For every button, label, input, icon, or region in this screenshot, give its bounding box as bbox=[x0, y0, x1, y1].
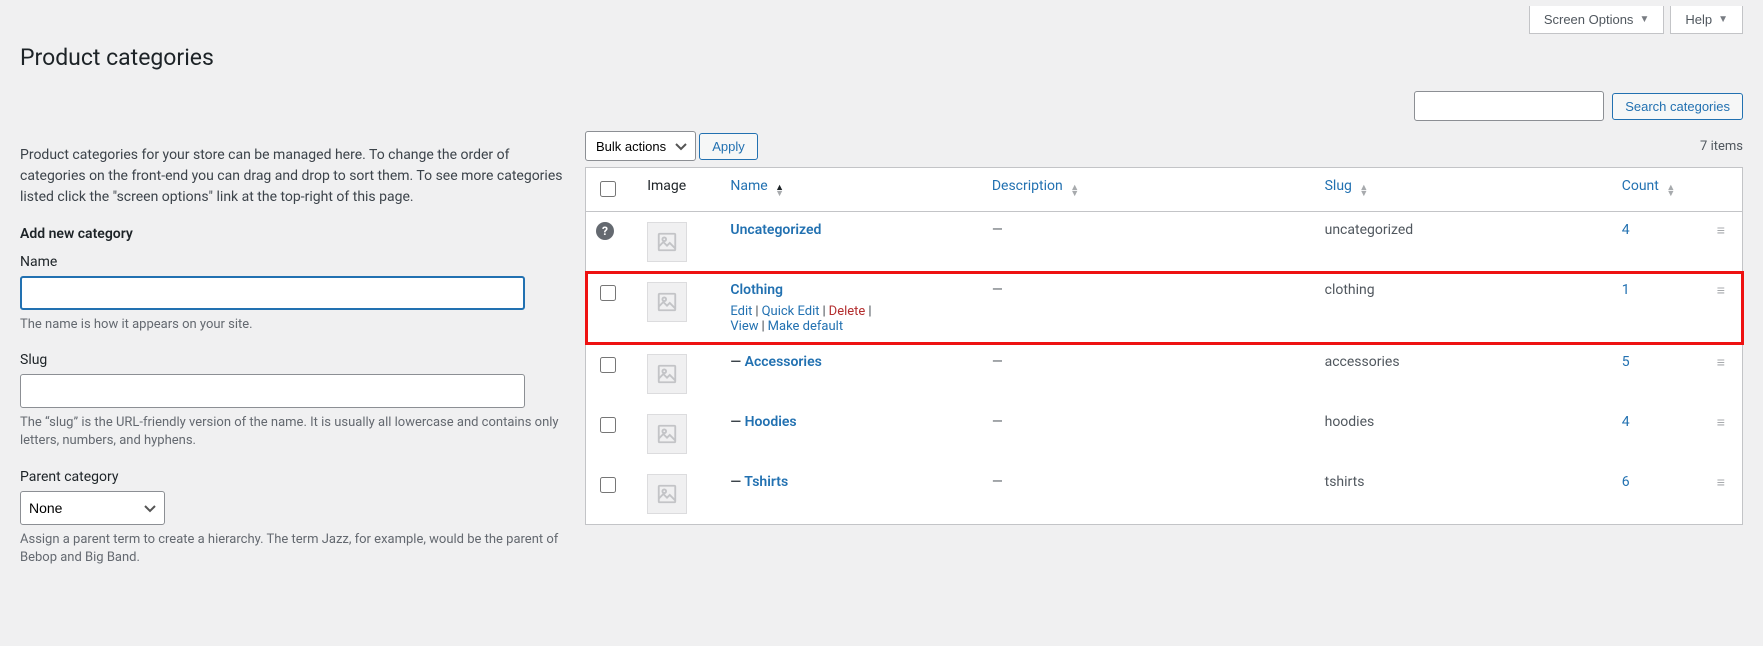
table-row: ? Uncategorized —uncategorized 4 ≡ bbox=[586, 212, 1743, 273]
parent-category-select[interactable]: None bbox=[20, 491, 165, 525]
page-title: Product categories bbox=[20, 44, 1743, 71]
name-field-label: Name bbox=[20, 254, 565, 270]
drag-handle-icon[interactable]: ≡ bbox=[1717, 415, 1723, 431]
category-slug: accessories bbox=[1315, 344, 1612, 404]
sort-icon: ▲▼ bbox=[1359, 185, 1368, 197]
category-description: — bbox=[982, 344, 1315, 404]
drag-handle-icon[interactable]: ≡ bbox=[1717, 475, 1723, 491]
category-count-link[interactable]: 4 bbox=[1622, 414, 1630, 430]
help-button[interactable]: Help ▼ bbox=[1670, 6, 1743, 34]
placeholder-image-icon bbox=[647, 474, 687, 514]
category-name-link[interactable]: Accessories bbox=[745, 354, 822, 370]
search-input[interactable] bbox=[1414, 91, 1604, 121]
parent-category-label: Parent category bbox=[20, 469, 565, 485]
screen-options-button[interactable]: Screen Options ▼ bbox=[1529, 6, 1665, 34]
column-description[interactable]: Description ▲▼ bbox=[982, 168, 1315, 212]
category-name-link[interactable]: Hoodies bbox=[745, 414, 797, 430]
name-field-hint: The name is how it appears on your site. bbox=[20, 316, 565, 334]
category-description: — bbox=[982, 212, 1315, 273]
default-category-icon: ? bbox=[596, 222, 614, 240]
table-row: — Hoodies—hoodies4≡ bbox=[586, 404, 1743, 464]
intro-text: Product categories for your store can be… bbox=[20, 145, 565, 208]
row-checkbox[interactable] bbox=[600, 357, 616, 373]
make-default-link[interactable]: Make default bbox=[768, 319, 843, 334]
placeholder-image-icon bbox=[647, 282, 687, 322]
column-image: Image bbox=[637, 168, 720, 212]
category-name-link[interactable]: Tshirts bbox=[744, 474, 788, 490]
row-actions: Edit|Quick Edit|Delete|View|Make default bbox=[730, 304, 971, 334]
edit-link[interactable]: Edit bbox=[730, 304, 752, 319]
drag-handle-icon[interactable]: ≡ bbox=[1717, 355, 1723, 371]
category-slug: uncategorized bbox=[1315, 212, 1612, 273]
sort-icon: ▲▼ bbox=[1666, 185, 1675, 197]
screen-options-label: Screen Options bbox=[1544, 12, 1634, 27]
row-checkbox[interactable] bbox=[600, 417, 616, 433]
categories-table: Image Name ▲▼ Description ▲▼ Slug ▲▼ bbox=[585, 167, 1743, 525]
row-checkbox[interactable] bbox=[600, 285, 616, 301]
column-slug[interactable]: Slug ▲▼ bbox=[1315, 168, 1612, 212]
table-row: — Tshirts—tshirts6≡ bbox=[586, 464, 1743, 525]
placeholder-image-icon bbox=[647, 414, 687, 454]
category-slug: hoodies bbox=[1315, 404, 1612, 464]
help-label: Help bbox=[1685, 12, 1712, 27]
add-category-heading: Add new category bbox=[20, 226, 565, 242]
category-description: — bbox=[982, 404, 1315, 464]
category-slug: tshirts bbox=[1315, 464, 1612, 525]
hierarchy-prefix: — bbox=[730, 414, 744, 430]
category-count-link[interactable]: 6 bbox=[1622, 474, 1630, 490]
view-link[interactable]: View bbox=[730, 319, 758, 334]
category-slug: clothing bbox=[1315, 272, 1612, 344]
table-row: Clothing Edit|Quick Edit|Delete|View|Make… bbox=[586, 272, 1743, 344]
drag-handle-icon[interactable]: ≡ bbox=[1717, 283, 1723, 299]
items-count: 7 items bbox=[1700, 139, 1743, 154]
table-row: — Accessories—accessories5≡ bbox=[586, 344, 1743, 404]
select-all-checkbox[interactable] bbox=[600, 181, 616, 197]
category-name-link[interactable]: Uncategorized bbox=[730, 222, 821, 238]
slug-field[interactable] bbox=[20, 374, 525, 408]
name-field[interactable] bbox=[20, 276, 525, 310]
chevron-down-icon: ▼ bbox=[1639, 14, 1649, 25]
column-count[interactable]: Count ▲▼ bbox=[1612, 168, 1707, 212]
drag-handle-icon[interactable]: ≡ bbox=[1717, 223, 1723, 239]
parent-category-hint: Assign a parent term to create a hierarc… bbox=[20, 531, 565, 567]
column-name[interactable]: Name ▲▼ bbox=[720, 168, 981, 212]
search-categories-button[interactable]: Search categories bbox=[1612, 93, 1743, 120]
apply-bulk-button[interactable]: Apply bbox=[699, 133, 758, 160]
chevron-down-icon: ▼ bbox=[1718, 14, 1728, 25]
category-count-link[interactable]: 5 bbox=[1622, 354, 1630, 370]
category-description: — bbox=[982, 272, 1315, 344]
category-name-link[interactable]: Clothing bbox=[730, 282, 783, 298]
bulk-actions-select[interactable]: Bulk actions bbox=[585, 131, 696, 161]
row-checkbox[interactable] bbox=[600, 477, 616, 493]
quick-edit-link[interactable]: Quick Edit bbox=[762, 304, 820, 319]
sort-icon: ▲▼ bbox=[775, 185, 784, 197]
delete-link[interactable]: Delete bbox=[829, 304, 866, 319]
placeholder-image-icon bbox=[647, 354, 687, 394]
category-count-link[interactable]: 4 bbox=[1622, 222, 1630, 238]
sort-icon: ▲▼ bbox=[1070, 185, 1079, 197]
placeholder-image-icon bbox=[647, 222, 687, 262]
category-count-link[interactable]: 1 bbox=[1622, 282, 1630, 298]
slug-field-hint: The “slug” is the URL-friendly version o… bbox=[20, 414, 565, 450]
slug-field-label: Slug bbox=[20, 352, 565, 368]
hierarchy-prefix: — bbox=[730, 354, 744, 370]
hierarchy-prefix: — bbox=[730, 474, 744, 490]
category-description: — bbox=[982, 464, 1315, 525]
